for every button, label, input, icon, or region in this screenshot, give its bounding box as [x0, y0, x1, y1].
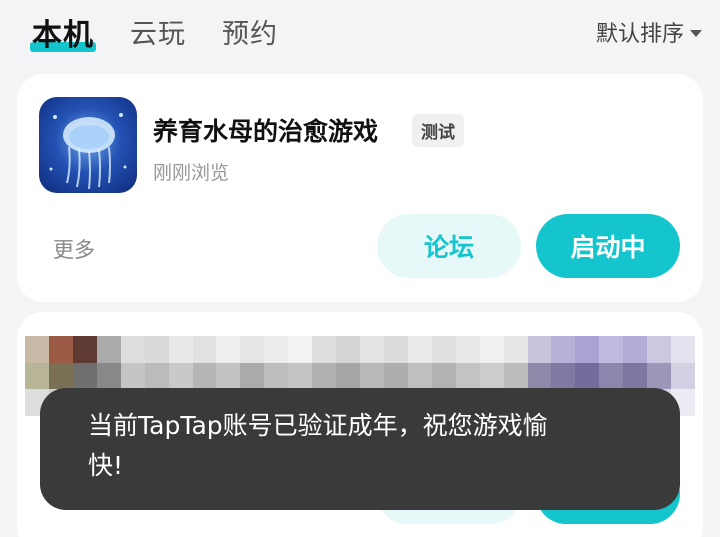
- sort-dropdown[interactable]: 默认排序: [596, 16, 702, 48]
- toast-line-2: 快!: [88, 451, 124, 480]
- tab-local-label: 本机: [32, 18, 94, 53]
- launch-button[interactable]: 启动中: [536, 214, 680, 278]
- game-card: 养育水母的治愈游戏 测试 刚刚浏览 更多 论坛 启动中: [17, 74, 703, 302]
- game-title[interactable]: 养育水母的治愈游戏: [153, 112, 378, 148]
- toast-line-1: 当前TapTap账号已验证成年，祝您游戏愉: [88, 411, 548, 440]
- tab-reservation[interactable]: 预约: [222, 12, 278, 51]
- top-tab-bar: 本机 云玩 预约 默认排序: [0, 0, 720, 62]
- caret-down-icon: [690, 29, 702, 37]
- more-button[interactable]: 更多: [53, 234, 95, 264]
- toast-message: 当前TapTap账号已验证成年，祝您游戏愉 快!: [40, 388, 680, 510]
- recently-viewed-label: 刚刚浏览: [153, 162, 230, 184]
- forum-button[interactable]: 论坛: [377, 214, 521, 278]
- test-badge: 测试: [412, 114, 464, 147]
- tab-cloud-play-label: 云玩: [130, 19, 186, 50]
- sort-label: 默认排序: [595, 22, 684, 47]
- tab-reservation-label: 预约: [222, 19, 278, 50]
- jellyfish-app-icon[interactable]: [39, 97, 137, 193]
- tab-local[interactable]: 本机: [30, 10, 96, 54]
- tab-cloud-play[interactable]: 云玩: [130, 12, 186, 51]
